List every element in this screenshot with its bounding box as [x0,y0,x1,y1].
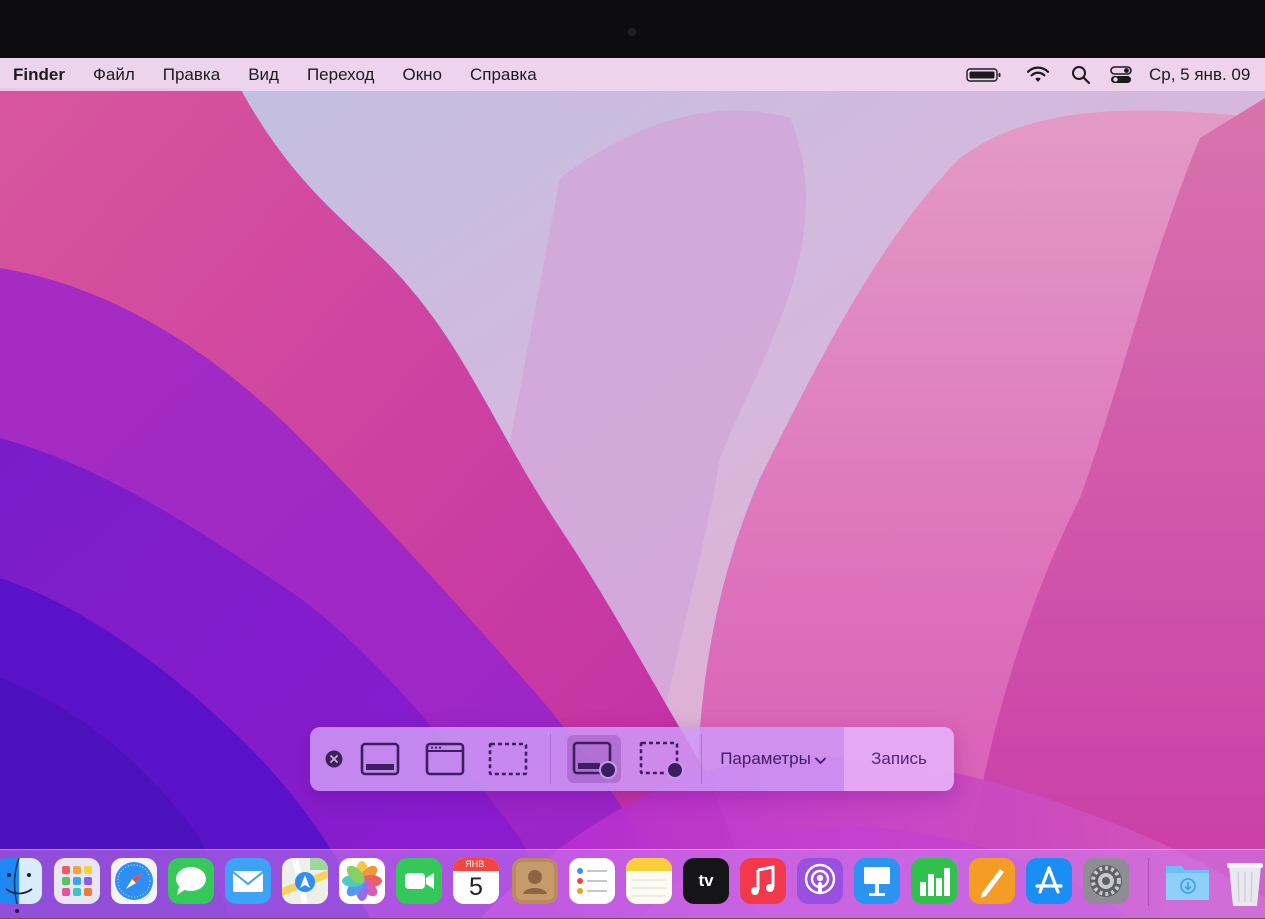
dock-item-pages[interactable] [969,858,1015,904]
menu-file[interactable]: Файл [93,65,135,85]
trash-icon [1227,863,1263,906]
photos-icon [339,858,385,904]
menu-clock[interactable]: Ср, 5 янв. 09 [1149,65,1250,85]
menu-view[interactable]: Вид [248,65,279,85]
dock-item-launchpad[interactable] [54,858,100,904]
dock-item-podcasts[interactable] [797,858,843,904]
capture-entire-screen-button[interactable] [353,735,407,783]
dock-item-downloads[interactable] [1163,858,1209,904]
menu-app-name[interactable]: Finder [13,65,65,85]
dock-item-mail[interactable] [225,858,271,904]
numbers-icon [911,858,957,904]
notes-icon [626,858,672,904]
menu-bar: Finder Файл Правка Вид Переход Окно Спра… [0,58,1265,91]
record-label: Запись [871,749,927,768]
dock-item-apple-tv[interactable]: tv [683,858,729,904]
screen-icon [360,742,400,776]
launchpad-icon [54,858,100,904]
capture-window-button[interactable] [418,735,472,783]
options-menu-button[interactable]: Параметры [702,727,844,791]
keynote-icon [854,858,900,904]
finder-icon [0,858,42,904]
wifi-icon[interactable] [1023,58,1053,91]
contacts-icon [512,858,558,904]
calendar-day: 5 [469,873,483,901]
battery-icon[interactable] [965,58,1003,91]
dock-item-calendar[interactable]: ЯНВ. 5 [453,858,499,904]
selection-record-icon [639,741,684,779]
music-icon [740,858,786,904]
dock-item-music[interactable] [740,858,786,904]
menu-window[interactable]: Окно [402,65,442,85]
menu-go[interactable]: Переход [307,65,375,85]
maps-icon [282,858,328,904]
dock-item-facetime[interactable] [396,858,442,904]
record-entire-screen-button[interactable] [567,735,621,783]
dock-item-keynote[interactable] [854,858,900,904]
dock-item-messages[interactable] [168,858,214,904]
dock-item-notes[interactable] [626,858,672,904]
screen-bezel [0,0,1265,58]
dock-item-maps[interactable] [282,858,328,904]
downloads-folder-icon [1166,866,1209,900]
safari-icon [111,858,157,904]
dock-item-photos[interactable] [339,858,385,904]
record-button[interactable]: Запись [844,727,954,791]
facetime-icon [396,858,442,904]
options-label: Параметры [720,749,811,768]
apple-tv-label: tv [698,871,714,890]
control-center-icon[interactable] [1109,58,1133,91]
dock-item-safari[interactable] [111,858,157,904]
pages-icon [969,858,1015,904]
calendar-month: ЯНВ. [465,859,487,869]
dock-item-system-preferences[interactable] [1083,858,1129,904]
dock-item-finder[interactable] [0,858,42,904]
dock-divider [1148,858,1149,906]
dock-item-numbers[interactable] [911,858,957,904]
close-icon [325,750,343,768]
gear-icon [1083,858,1129,904]
reminders-icon [569,858,615,904]
record-selection-button[interactable] [634,735,688,783]
toolbar-divider [550,734,551,784]
search-icon[interactable] [1069,58,1093,91]
screen-record-icon [572,741,617,779]
dock-item-app-store[interactable] [1026,858,1072,904]
messages-icon [168,858,214,904]
close-button[interactable] [324,749,344,769]
dock-item-reminders[interactable] [569,858,615,904]
menu-help[interactable]: Справка [470,65,537,85]
chevron-down-icon [814,757,826,765]
running-indicator [15,909,19,913]
selection-icon [488,742,528,776]
podcasts-icon [797,858,843,904]
screenshot-toolbar: Параметры Запись [310,727,954,791]
dock-item-contacts[interactable] [512,858,558,904]
capture-selection-button[interactable] [481,735,535,783]
window-icon [425,742,465,776]
menu-edit[interactable]: Правка [163,65,220,85]
mail-icon [225,858,271,904]
dock-item-trash[interactable] [1222,858,1265,906]
camera-icon [628,28,636,36]
app-store-icon [1026,858,1072,904]
